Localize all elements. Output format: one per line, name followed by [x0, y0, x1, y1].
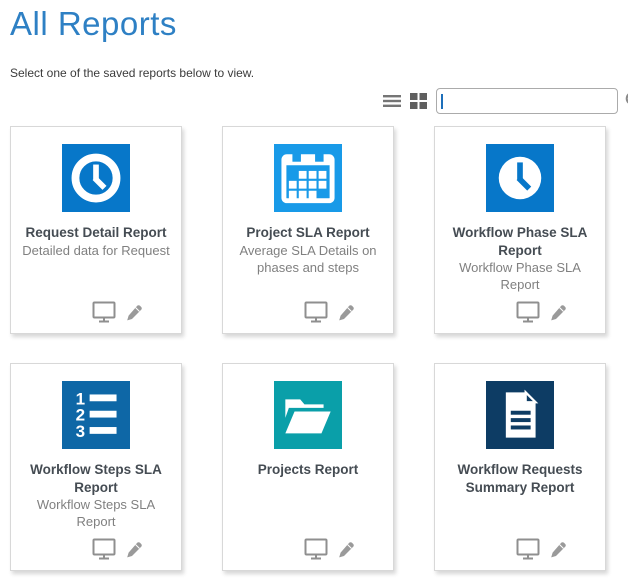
- report-card-projects[interactable]: Projects Report: [222, 363, 394, 571]
- card-actions: [92, 301, 143, 323]
- card-title: Workflow Requests Summary Report: [435, 461, 605, 496]
- monitor-icon[interactable]: [92, 301, 116, 323]
- report-card-project-sla[interactable]: Project SLA Report Average SLA Details o…: [222, 126, 394, 334]
- card-actions: [304, 301, 355, 323]
- text-caret: [441, 94, 443, 109]
- pencil-icon[interactable]: [124, 304, 143, 323]
- monitor-icon[interactable]: [516, 301, 540, 323]
- card-title: Projects Report: [250, 461, 367, 479]
- monitor-icon[interactable]: [304, 301, 328, 323]
- list-view-icon[interactable]: [383, 94, 401, 108]
- card-subtitle: Workflow Steps SLA Report: [11, 497, 181, 531]
- pencil-icon[interactable]: [548, 304, 567, 323]
- card-subtitle: Average SLA Details on phases and steps: [223, 243, 393, 277]
- monitor-icon[interactable]: [516, 538, 540, 560]
- grid-view-icon[interactable]: [410, 93, 427, 109]
- pencil-icon[interactable]: [336, 541, 355, 560]
- report-card-workflow-steps-sla[interactable]: 1 2 3 Workflow Steps SLA Report Workflow…: [10, 363, 182, 571]
- calendar-icon: [274, 144, 342, 212]
- report-cards-grid: Request Detail Report Detailed data for …: [10, 126, 618, 571]
- card-actions: [516, 538, 567, 560]
- svg-text:3: 3: [76, 422, 85, 441]
- card-subtitle: Detailed data for Request: [16, 243, 175, 260]
- report-card-request-detail[interactable]: Request Detail Report Detailed data for …: [10, 126, 182, 334]
- pencil-icon[interactable]: [124, 541, 143, 560]
- card-title: Project SLA Report: [238, 224, 377, 242]
- clock-ring-icon: [62, 144, 130, 212]
- toolbar: [10, 87, 618, 114]
- card-title: Request Detail Report: [17, 224, 174, 242]
- pencil-icon[interactable]: [336, 304, 355, 323]
- report-card-workflow-phase-sla[interactable]: Workflow Phase SLA Report Workflow Phase…: [434, 126, 606, 334]
- report-card-workflow-requests-summary[interactable]: Workflow Requests Summary Report: [434, 363, 606, 571]
- search-box: [436, 88, 618, 114]
- card-actions: [92, 538, 143, 560]
- card-title: Workflow Phase SLA Report: [435, 224, 605, 259]
- monitor-icon[interactable]: [304, 538, 328, 560]
- document-icon: [486, 381, 554, 449]
- folder-open-icon: [274, 381, 342, 449]
- card-title: Workflow Steps SLA Report: [11, 461, 181, 496]
- card-subtitle: Workflow Phase SLA Report: [435, 260, 605, 294]
- clock-solid-icon: [486, 144, 554, 212]
- card-actions: [516, 301, 567, 323]
- search-input[interactable]: [437, 89, 625, 113]
- view-toggle: [383, 93, 427, 109]
- numbered-list-icon: 1 2 3: [62, 381, 130, 449]
- pencil-icon[interactable]: [548, 541, 567, 560]
- all-reports-page: All Reports Select one of the saved repo…: [0, 0, 628, 571]
- page-title: All Reports: [10, 6, 618, 42]
- monitor-icon[interactable]: [92, 538, 116, 560]
- card-actions: [304, 538, 355, 560]
- page-subtitle: Select one of the saved reports below to…: [10, 66, 618, 80]
